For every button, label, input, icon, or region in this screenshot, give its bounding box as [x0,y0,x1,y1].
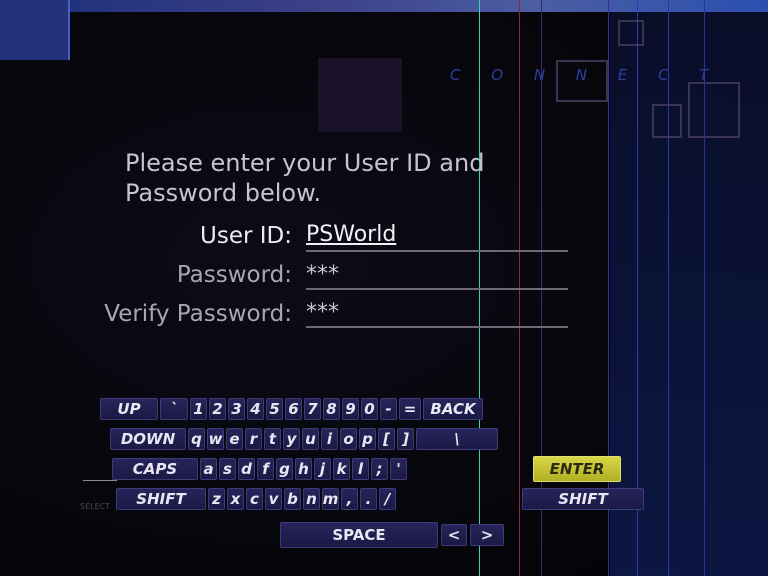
key-caps[interactable]: CAPS [112,458,198,480]
key-right-bracket[interactable]: ] [397,428,414,450]
key-a[interactable]: a [200,458,217,480]
key-u[interactable]: u [302,428,319,450]
key-r[interactable]: r [245,428,262,450]
key-j[interactable]: j [314,458,331,480]
deco-square [318,58,402,132]
key-slash[interactable]: / [379,488,396,510]
password-label: Password: [176,262,292,288]
key-e[interactable]: e [226,428,243,450]
user-id-label: User ID: [200,223,292,249]
vertical-line [668,0,669,576]
key-4[interactable]: 4 [247,398,264,420]
deco-square [618,20,644,46]
key-7[interactable]: 7 [304,398,321,420]
key-quote[interactable]: ' [390,458,407,480]
key-f[interactable]: f [257,458,274,480]
key-0[interactable]: 0 [361,398,378,420]
password-field[interactable]: *** [306,262,568,290]
deco-square [688,82,740,138]
vertical-line [704,0,705,576]
key-o[interactable]: o [340,428,357,450]
verify-password-field[interactable]: *** [306,300,568,328]
key-left-bracket[interactable]: [ [378,428,395,450]
key-8[interactable]: 8 [323,398,340,420]
key-v[interactable]: v [265,488,282,510]
key-5[interactable]: 5 [266,398,283,420]
key-w[interactable]: w [207,428,224,450]
key-k[interactable]: k [333,458,350,480]
divider-mark [83,480,117,481]
key-l[interactable]: l [352,458,369,480]
key-6[interactable]: 6 [285,398,302,420]
key-comma[interactable]: , [341,488,358,510]
deco-square [652,104,682,138]
key-c[interactable]: c [246,488,263,510]
key-p[interactable]: p [359,428,376,450]
verify-password-label: Verify Password: [104,301,292,327]
connect-title: C O N N E C T [450,66,722,84]
key-shift-left[interactable]: SHIFT [116,488,206,510]
key-z[interactable]: z [208,488,225,510]
instructions: Please enter your User ID and Password b… [125,148,484,208]
top-strip [0,0,768,12]
key-d[interactable]: d [238,458,255,480]
key-minus[interactable]: - [380,398,397,420]
key-s[interactable]: s [219,458,236,480]
key-enter[interactable]: ENTER [533,456,621,482]
select-hint: SELECT [80,502,111,511]
key-up[interactable]: UP [100,398,158,420]
key-b[interactable]: b [284,488,301,510]
key-i[interactable]: i [321,428,338,450]
key-y[interactable]: y [283,428,300,450]
instructions-line-1: Please enter your User ID and [125,149,485,177]
key-h[interactable]: h [295,458,312,480]
key-back[interactable]: BACK [423,398,483,420]
key-3[interactable]: 3 [228,398,245,420]
key-semicolon[interactable]: ; [371,458,388,480]
key-q[interactable]: q [188,428,205,450]
key-equals[interactable]: = [399,398,421,420]
key-down[interactable]: DOWN [110,428,186,450]
key-space[interactable]: SPACE [280,522,438,548]
key-backtick[interactable]: ` [160,398,188,420]
key-g[interactable]: g [276,458,293,480]
key-9[interactable]: 9 [342,398,359,420]
instructions-line-2: Password below. [125,179,322,207]
corner-block [0,0,70,60]
key-backslash[interactable]: \ [416,428,498,450]
key-x[interactable]: x [227,488,244,510]
screen: C O N N E C T Please enter your User ID … [0,0,768,576]
key-cursor-left[interactable]: < [441,524,467,546]
key-shift-right[interactable]: SHIFT [522,488,644,510]
user-id-field[interactable]: PSWorld [306,222,568,252]
key-m[interactable]: m [322,488,339,510]
key-1[interactable]: 1 [190,398,207,420]
key-period[interactable]: . [360,488,377,510]
key-n[interactable]: n [303,488,320,510]
key-2[interactable]: 2 [209,398,226,420]
key-cursor-right[interactable]: > [470,524,504,546]
key-t[interactable]: t [264,428,281,450]
